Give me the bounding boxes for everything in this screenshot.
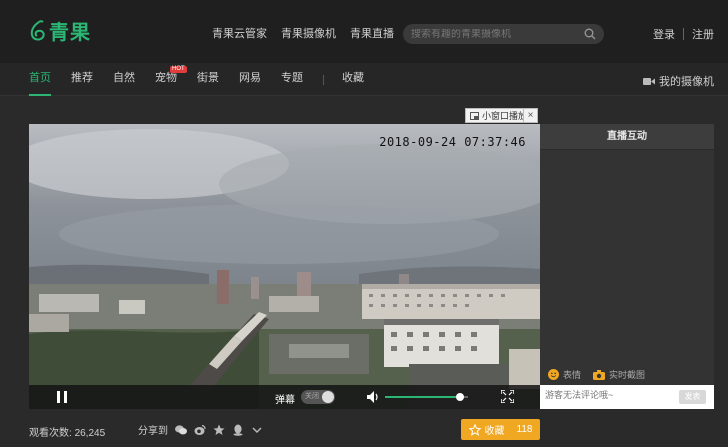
tab-nature[interactable]: 自然 bbox=[113, 63, 135, 96]
share-label: 分享到 bbox=[138, 426, 168, 437]
my-camera-label: 我的摄像机 bbox=[659, 76, 714, 88]
star-plus-icon bbox=[468, 423, 481, 436]
video-camera-icon bbox=[643, 77, 655, 85]
comment-box: 发表 bbox=[540, 385, 714, 409]
favorite-count: 118 bbox=[516, 424, 533, 435]
tab-netease[interactable]: 网易 bbox=[239, 63, 261, 96]
video-controls: 弹幕 关闭 bbox=[29, 385, 540, 409]
fullscreen-icon[interactable] bbox=[501, 390, 514, 403]
side-panel-title: 直播互动 bbox=[540, 124, 714, 150]
video-player[interactable]: 2018-09-24 07:37:46 弹幕 关闭 bbox=[29, 124, 540, 409]
top-nav-camera[interactable]: 青果摄像机 bbox=[281, 25, 336, 41]
volume-slider[interactable] bbox=[385, 393, 468, 401]
share-bar: 分享到 bbox=[138, 422, 263, 437]
category-bar: 首页 推荐 自然 宠物 HOT 街景 网易 专题 收藏 我的摄像机 bbox=[0, 63, 728, 96]
top-nav-cloud-manager[interactable]: 青果云管家 bbox=[212, 25, 267, 41]
chevron-down-icon[interactable] bbox=[251, 424, 263, 436]
live-interaction-panel: 直播互动 表情 实时截图 发表 bbox=[540, 124, 714, 409]
tab-favorites[interactable]: 收藏 bbox=[342, 63, 364, 96]
pause-icon[interactable] bbox=[57, 391, 67, 403]
login-link[interactable]: 登录 bbox=[653, 26, 675, 42]
tab-recommend[interactable]: 推荐 bbox=[71, 63, 93, 96]
tab-topics[interactable]: 专题 bbox=[281, 63, 303, 96]
logo-text: 青果 bbox=[49, 20, 91, 44]
comment-input[interactable] bbox=[545, 390, 665, 400]
screenshot-button[interactable]: 实时截图 bbox=[593, 368, 645, 381]
top-nav: 青果云管家 青果摄像机 青果直播 bbox=[212, 25, 394, 41]
tab-home[interactable]: 首页 bbox=[29, 63, 51, 96]
comment-tools: 表情 实时截图 bbox=[548, 368, 645, 381]
tab-pets[interactable]: 宠物 HOT bbox=[155, 63, 187, 96]
volume-icon[interactable] bbox=[367, 391, 380, 403]
danmu-toggle[interactable]: 关闭 bbox=[301, 390, 335, 404]
tab-street[interactable]: 街景 bbox=[197, 63, 219, 96]
category-divider bbox=[323, 75, 324, 85]
search-input[interactable] bbox=[411, 28, 584, 40]
emoji-button[interactable]: 表情 bbox=[548, 368, 581, 381]
danmu-toggle-knob bbox=[322, 391, 334, 403]
my-camera-link[interactable]: 我的摄像机 bbox=[643, 73, 714, 89]
mini-window-icon bbox=[470, 111, 479, 120]
search-bar bbox=[403, 24, 604, 44]
camera-icon bbox=[593, 369, 606, 380]
leaf-logo-icon bbox=[30, 19, 45, 40]
hot-badge: HOT bbox=[170, 66, 187, 73]
video-timestamp: 2018-09-24 07:37:46 bbox=[379, 135, 526, 149]
views-number: 26,245 bbox=[74, 428, 106, 439]
qzone-icon[interactable] bbox=[213, 424, 225, 436]
mini-player-label: 小窗口播放 bbox=[482, 111, 528, 121]
auth-divider bbox=[683, 28, 684, 40]
volume-knob[interactable] bbox=[455, 393, 464, 401]
screenshot-label: 实时截图 bbox=[609, 370, 646, 380]
qq-icon[interactable] bbox=[232, 424, 244, 436]
weibo-icon[interactable] bbox=[194, 424, 206, 436]
danmu-label: 弹幕 bbox=[275, 395, 295, 406]
city-skyline-video-frame bbox=[29, 124, 540, 409]
favorite-label: 收藏 bbox=[484, 426, 505, 437]
danmu-state: 关闭 bbox=[305, 393, 319, 400]
mini-player-button[interactable]: 小窗口播放 bbox=[465, 108, 533, 123]
page: 青果 青果云管家 青果摄像机 青果直播 登录 注册 首页 推荐 自然 宠物 bbox=[0, 0, 728, 447]
auth-links: 登录 注册 bbox=[653, 26, 714, 42]
top-bar: 青果 青果云管家 青果摄像机 青果直播 登录 注册 bbox=[0, 0, 728, 63]
mini-player-close-button[interactable]: × bbox=[523, 108, 538, 123]
views-label: 观看次数: bbox=[29, 428, 72, 439]
category-tabs: 首页 推荐 自然 宠物 HOT 街景 网易 专题 收藏 bbox=[29, 63, 384, 96]
search-icon[interactable] bbox=[584, 28, 596, 40]
favorite-button[interactable]: 收藏 118 bbox=[461, 419, 540, 440]
volume-fill bbox=[385, 396, 460, 398]
top-nav-live[interactable]: 青果直播 bbox=[350, 25, 394, 41]
send-comment-button[interactable]: 发表 bbox=[679, 390, 706, 404]
emoji-label: 表情 bbox=[563, 370, 582, 380]
logo[interactable]: 青果 bbox=[30, 16, 91, 45]
wechat-icon[interactable] bbox=[175, 424, 187, 436]
view-count: 观看次数: 26,245 bbox=[29, 424, 105, 439]
tab-pets-label: 宠物 bbox=[155, 72, 177, 84]
smiley-icon bbox=[548, 369, 559, 380]
register-link[interactable]: 注册 bbox=[692, 26, 714, 42]
